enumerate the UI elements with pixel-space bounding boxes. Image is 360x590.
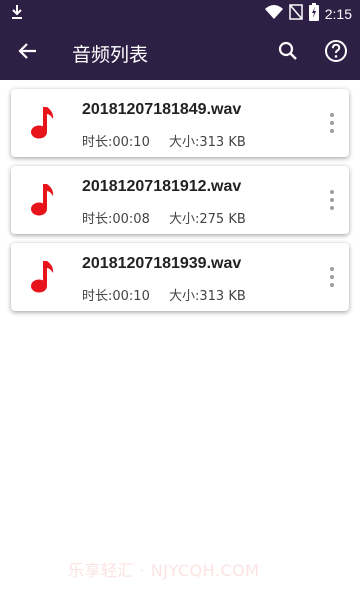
file-duration: 时长:00:08 bbox=[82, 212, 150, 227]
file-name: 20181207181939.wav bbox=[82, 255, 242, 272]
status-icons: 2:15 bbox=[264, 3, 352, 25]
search-button[interactable] bbox=[274, 39, 302, 67]
arrow-back-icon bbox=[18, 41, 38, 65]
file-size: 大小:275 KB bbox=[169, 212, 246, 227]
music-note-icon bbox=[29, 260, 55, 294]
file-duration: 时长:00:10 bbox=[82, 135, 150, 150]
search-icon bbox=[278, 41, 298, 65]
file-name: 20181207181912.wav bbox=[82, 178, 242, 195]
no-signal-icon bbox=[289, 4, 303, 24]
file-size: 大小:313 KB bbox=[169, 135, 246, 150]
music-note-icon bbox=[29, 183, 55, 217]
audio-list-item[interactable]: 20181207181939.wav 时长:00:10 大小:313 KB bbox=[11, 243, 349, 311]
app-bar: 音频列表 bbox=[0, 26, 360, 80]
status-bar: 2:15 bbox=[0, 0, 360, 26]
file-duration: 时长:00:10 bbox=[82, 289, 150, 304]
help-button[interactable] bbox=[321, 38, 351, 68]
help-circle-icon bbox=[324, 39, 348, 67]
more-options-button[interactable] bbox=[327, 188, 337, 212]
status-time: 2:15 bbox=[324, 6, 352, 22]
page-title: 音频列表 bbox=[72, 44, 149, 66]
music-note-icon bbox=[29, 106, 55, 140]
more-options-button[interactable] bbox=[327, 111, 337, 135]
audio-list-item[interactable]: 20181207181912.wav 时长:00:08 大小:275 KB bbox=[11, 166, 349, 234]
wifi-icon bbox=[264, 4, 283, 24]
more-options-button[interactable] bbox=[327, 265, 337, 289]
battery-charging-icon bbox=[308, 3, 319, 25]
file-size: 大小:313 KB bbox=[169, 289, 246, 304]
file-name: 20181207181849.wav bbox=[82, 101, 242, 118]
audio-list-item[interactable]: 20181207181849.wav 时长:00:10 大小:313 KB bbox=[11, 89, 349, 157]
download-icon bbox=[10, 4, 24, 24]
watermark: 乐享轻汇 · NJYCQH.COM bbox=[68, 561, 260, 580]
back-button[interactable] bbox=[14, 39, 42, 67]
